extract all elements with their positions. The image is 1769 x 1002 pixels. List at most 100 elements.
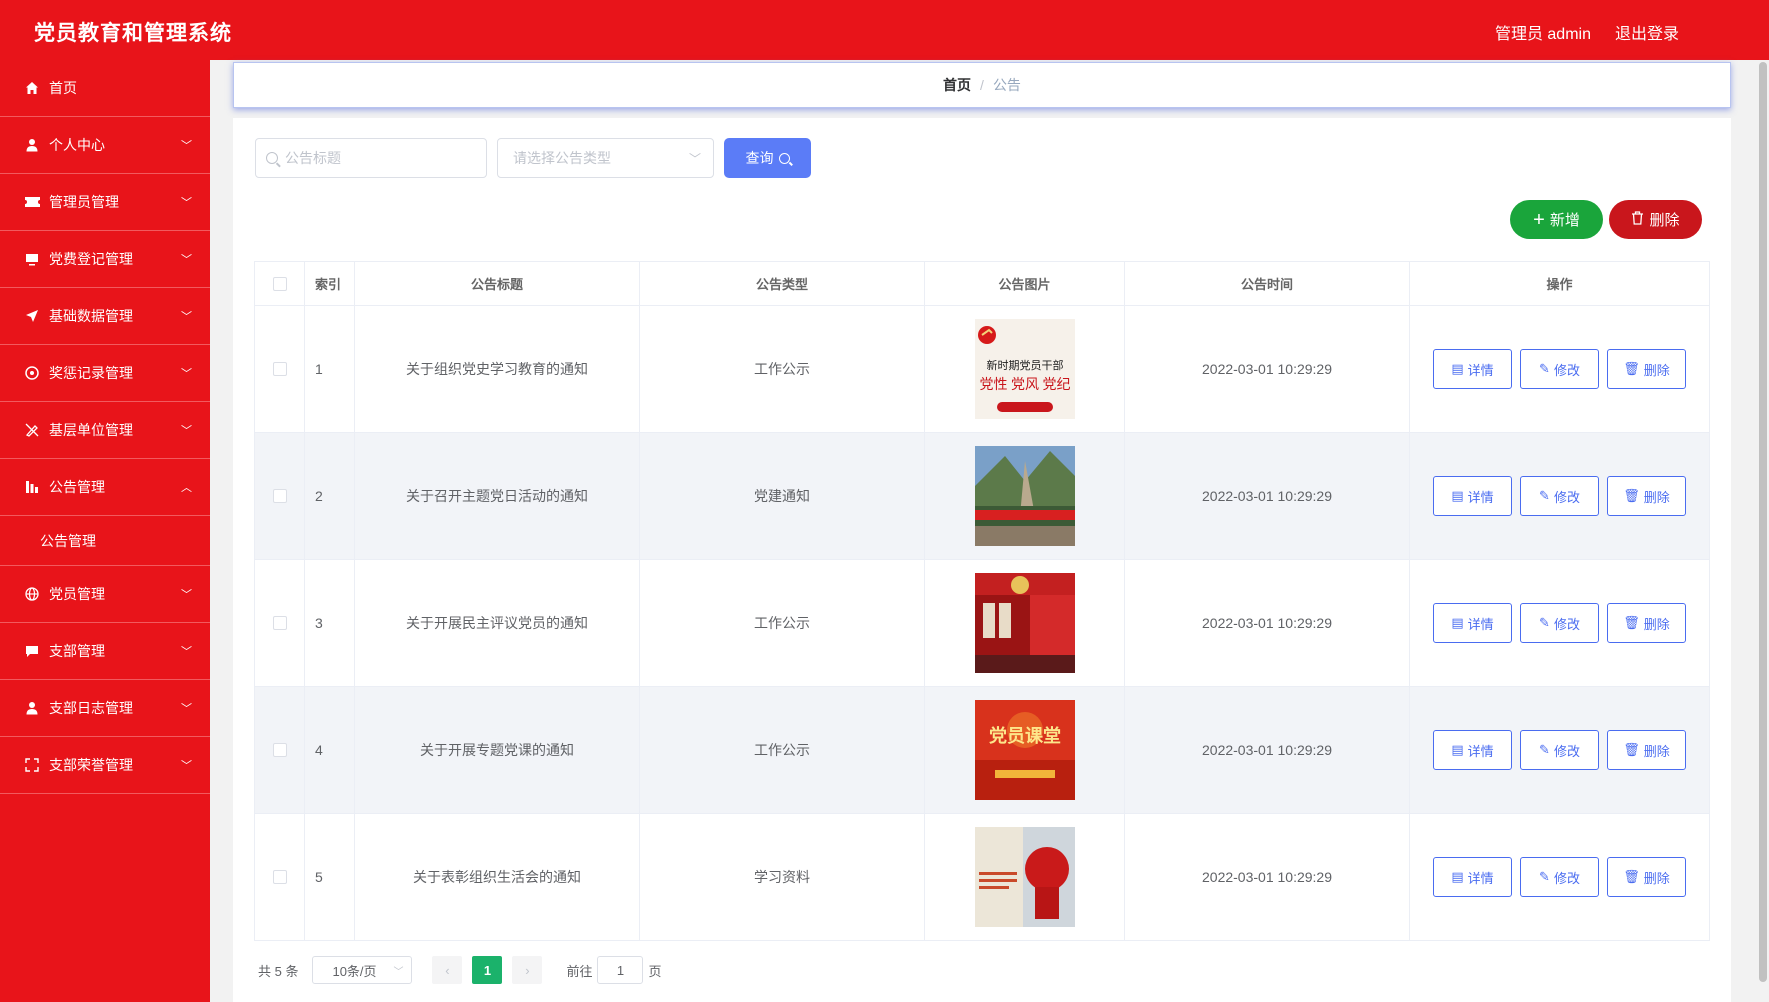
- sidebar-item-profile[interactable]: 个人中心 ﹀: [0, 117, 210, 174]
- row-title: 关于开展专题党课的通知: [355, 687, 640, 813]
- row-title: 关于开展民主评议党员的通知: [355, 560, 640, 686]
- row-checkbox[interactable]: [272, 743, 287, 757]
- query-button[interactable]: 查询: [724, 138, 811, 178]
- sidebar-item-label: 管理员管理: [49, 194, 119, 210]
- row-title: 关于表彰组织生活会的通知: [355, 814, 640, 940]
- table-row: 2 关于召开主题党日活动的通知 党建通知 2022-03-01 10:29:29: [255, 432, 1709, 559]
- header-type: 公告类型: [640, 262, 925, 305]
- chevron-down-icon: ﹀: [181, 254, 192, 266]
- sidebar-item-rewards[interactable]: 奖惩记录管理 ﹀: [0, 345, 210, 402]
- row-title: 关于组织党史学习教育的通知: [355, 306, 640, 432]
- sidebar-subitem-notice[interactable]: 公告管理: [0, 516, 210, 566]
- query-label: 查询: [745, 150, 774, 166]
- user-name[interactable]: 管理员 admin: [1495, 20, 1591, 44]
- trash-icon: 🗑: [1623, 869, 1640, 884]
- add-button[interactable]: + 新增: [1510, 200, 1603, 239]
- edit-icon: ✎: [1539, 615, 1550, 630]
- table-row: 1 关于组织党史学习教育的通知 工作公示 新时期党员干部 党性 党风 党纪 20…: [255, 305, 1709, 432]
- sidebar-item-branch-honor[interactable]: 支部荣誉管理 ﹀: [0, 737, 210, 794]
- row-image-cell: [925, 560, 1125, 686]
- row-title: 关于召开主题党日活动的通知: [355, 433, 640, 559]
- delete-label: 删除: [1643, 870, 1670, 886]
- row-ops: ▤ 详情 ✎ 修改 🗑 删除: [1410, 687, 1709, 813]
- breadcrumb-separator: /: [980, 77, 984, 93]
- delete-button[interactable]: 🗑 删除: [1607, 476, 1686, 516]
- goto-page-input[interactable]: 1: [597, 956, 644, 984]
- select-placeholder: 请选择公告类型: [513, 150, 611, 166]
- notice-image[interactable]: [974, 573, 1075, 673]
- notice-image[interactable]: 党员课堂: [974, 700, 1075, 800]
- detail-label: 详情: [1467, 870, 1494, 886]
- sidebar-item-label: 基础数据管理: [49, 308, 133, 324]
- edit-button[interactable]: ✎ 修改: [1520, 603, 1599, 643]
- notice-type-select[interactable]: 请选择公告类型 ﹀: [497, 138, 714, 178]
- row-time: 2022-03-01 10:29:29: [1125, 306, 1410, 432]
- chevron-down-icon: ﹀: [688, 152, 701, 166]
- detail-label: 详情: [1467, 616, 1494, 632]
- sidebar-item-label: 首页: [49, 80, 77, 96]
- search-placeholder: 公告标题: [285, 150, 341, 166]
- detail-button[interactable]: ▤ 详情: [1433, 730, 1512, 770]
- sidebar-item-notice[interactable]: 公告管理 ︿: [0, 459, 210, 516]
- row-checkbox[interactable]: [272, 870, 287, 884]
- notice-title-search-input[interactable]: 公告标题: [255, 138, 487, 178]
- sidebar-item-party-fee[interactable]: 党费登记管理 ﹀: [0, 231, 210, 288]
- edit-button[interactable]: ✎ 修改: [1520, 349, 1599, 389]
- batch-delete-button[interactable]: 删除: [1609, 200, 1702, 239]
- prev-page-button[interactable]: ‹: [432, 956, 463, 984]
- trash-icon: 🗑: [1623, 615, 1640, 630]
- chevron-down-icon: ﹀: [181, 311, 192, 323]
- sidebar-item-label: 奖惩记录管理: [49, 365, 133, 381]
- page-number-current[interactable]: 1: [472, 956, 503, 984]
- send-icon: [24, 308, 40, 324]
- notice-image[interactable]: 新时期党员干部 党性 党风 党纪: [974, 319, 1075, 419]
- sidebar-item-branch-log[interactable]: 支部日志管理 ﹀: [0, 680, 210, 737]
- header-index: 索引: [305, 262, 355, 305]
- sidebar-item-base-unit[interactable]: 基层单位管理 ﹀: [0, 402, 210, 459]
- delete-button[interactable]: 🗑 删除: [1607, 730, 1686, 770]
- sidebar-item-base-data[interactable]: 基础数据管理 ﹀: [0, 288, 210, 345]
- plus-icon: +: [1533, 208, 1545, 231]
- header-title: 公告标题: [355, 262, 640, 305]
- row-checkbox[interactable]: [272, 489, 287, 503]
- sidebar-item-home[interactable]: 首页: [0, 60, 210, 117]
- breadcrumb-current: 公告: [992, 77, 1021, 93]
- sidebar-item-label: 个人中心: [49, 137, 105, 153]
- edit-button[interactable]: ✎ 修改: [1520, 857, 1599, 897]
- delete-button[interactable]: 🗑 删除: [1607, 857, 1686, 897]
- breadcrumb-home[interactable]: 首页: [943, 75, 971, 95]
- detail-button[interactable]: ▤ 详情: [1433, 603, 1512, 643]
- fullscreen-icon: [24, 757, 40, 773]
- row-checkbox[interactable]: [272, 362, 287, 376]
- edit-icon: ✎: [1539, 869, 1550, 884]
- sidebar-item-members[interactable]: 党员管理 ﹀: [0, 566, 210, 623]
- trash-icon: 🗑: [1623, 361, 1640, 376]
- logout-link[interactable]: 退出登录: [1615, 20, 1679, 44]
- row-time: 2022-03-01 10:29:29: [1125, 687, 1410, 813]
- select-all-checkbox[interactable]: [272, 276, 287, 291]
- detail-button[interactable]: ▤ 详情: [1433, 349, 1512, 389]
- edit-button[interactable]: ✎ 修改: [1520, 476, 1599, 516]
- goto-prefix: 前往: [566, 963, 593, 979]
- edit-icon: ✎: [1539, 488, 1550, 503]
- document-icon: ▤: [1451, 361, 1464, 376]
- ticket-icon: [24, 194, 40, 210]
- detail-button[interactable]: ▤ 详情: [1433, 857, 1512, 897]
- notice-image[interactable]: [974, 446, 1075, 546]
- chevron-down-icon: ﹀: [181, 140, 192, 152]
- edit-button[interactable]: ✎ 修改: [1520, 730, 1599, 770]
- sidebar-item-branch[interactable]: 支部管理 ﹀: [0, 623, 210, 680]
- next-page-button[interactable]: ›: [512, 956, 543, 984]
- detail-button[interactable]: ▤ 详情: [1433, 476, 1512, 516]
- sidebar-item-admin[interactable]: 管理员管理 ﹀: [0, 174, 210, 231]
- row-checkbox[interactable]: [272, 616, 287, 630]
- image-caption-2: 党性 党风 党纪: [979, 377, 1070, 393]
- page-scrollbar[interactable]: [1759, 62, 1767, 982]
- row-ops: ▤ 详情 ✎ 修改 🗑 删除: [1410, 306, 1709, 432]
- page-size-select[interactable]: 10条/页 ﹀: [312, 956, 413, 984]
- notice-image[interactable]: [974, 827, 1075, 927]
- pagination: 共 5 条 10条/页 ﹀ ‹ 1 › 前往 1 页: [258, 956, 662, 984]
- delete-button[interactable]: 🗑 删除: [1607, 603, 1686, 643]
- row-select: [255, 306, 305, 432]
- delete-button[interactable]: 🗑 删除: [1607, 349, 1686, 389]
